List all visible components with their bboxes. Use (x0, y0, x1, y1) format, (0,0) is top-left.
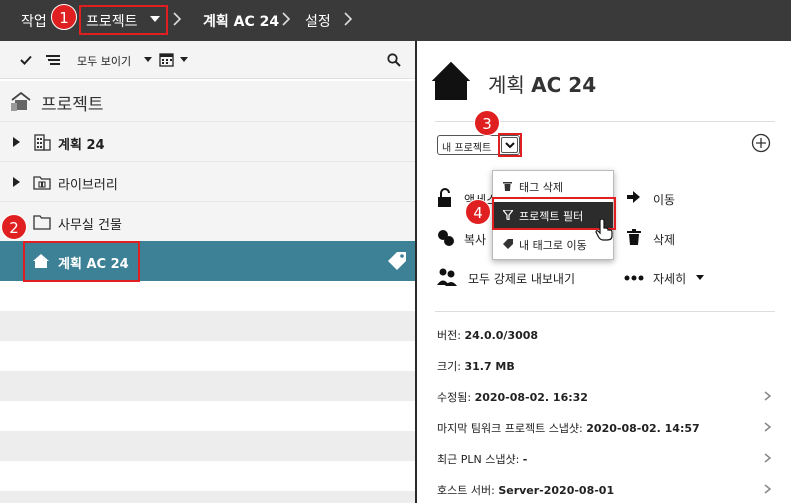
more-dots-icon[interactable] (624, 275, 644, 281)
empty-row (0, 341, 415, 371)
chevron-right-icon[interactable] (764, 484, 772, 494)
tag-icon (503, 239, 513, 249)
projects-header-title: 프로젝트 (41, 95, 104, 115)
add-circle-icon[interactable] (751, 133, 771, 153)
info-size: 크기: 31.7 MB (437, 360, 515, 373)
menu-item-label: 내 태그로 이동 (519, 239, 587, 252)
trash-icon (503, 182, 512, 191)
chevron-right-icon[interactable] (764, 422, 772, 432)
tag-icon[interactable] (386, 251, 408, 271)
users-export-icon[interactable] (437, 268, 457, 286)
copy-action[interactable]: 복사 (464, 231, 486, 248)
empty-row (0, 311, 415, 341)
caret-down-icon[interactable] (180, 57, 188, 63)
breadcrumb-settings[interactable]: 설정 (305, 11, 331, 31)
delete-action[interactable]: 삭제 (653, 231, 675, 248)
list-icon[interactable] (46, 54, 60, 66)
menu-item-delete-tag[interactable]: 태그 삭제 (493, 173, 613, 199)
tree-row[interactable]: 계획 24 (0, 121, 415, 161)
trash-icon[interactable] (627, 229, 641, 245)
move-arrow-icon[interactable] (627, 191, 641, 203)
caret-down-icon[interactable] (144, 57, 152, 63)
tree-item-label: 사무실 건물 (58, 218, 122, 233)
force-export-all-action[interactable]: 모두 강제로 내보내기 (468, 270, 575, 287)
info-host-server[interactable]: 호스트 서버: Server-2020-08-01 (437, 482, 777, 498)
info-version: 버전: 24.0.0/3008 (437, 329, 539, 342)
chevron-right-icon[interactable] (764, 453, 772, 463)
info-pln-snapshot[interactable]: 최근 PLN 스냅샷: - (437, 451, 777, 467)
more-action[interactable]: 자세히 (653, 270, 686, 287)
empty-row (0, 371, 415, 401)
separator (435, 311, 775, 312)
hand-cursor-icon (595, 219, 613, 241)
step-badge-2: 2 (1, 214, 27, 240)
show-all-dropdown[interactable]: 모두 보이기 (77, 53, 131, 69)
info-teamwork-snapshot[interactable]: 마지막 팀워크 프로젝트 스냅샷: 2020-08-02. 14:57 (437, 420, 777, 436)
expand-arrow-icon[interactable] (13, 137, 20, 147)
expand-arrow-icon[interactable] (13, 177, 20, 187)
highlight-box-selected-project (23, 241, 140, 282)
tree-item-label: 라이브러리 (58, 178, 118, 193)
breadcrumb-work[interactable]: 작업 (21, 11, 47, 31)
step-badge-3: 3 (474, 110, 500, 136)
step-badge-1: 1 (51, 4, 77, 30)
project-large-house-icon (431, 60, 471, 100)
empty-row (0, 491, 415, 503)
library-folder-icon (33, 176, 51, 190)
step-badge-4: 4 (465, 199, 491, 225)
unlock-icon[interactable] (437, 188, 453, 208)
breadcrumb-plan[interactable]: 계획 AC 24 (203, 11, 279, 31)
calendar-icon[interactable] (159, 52, 175, 67)
folder-icon (33, 215, 51, 230)
copy-icon[interactable] (437, 229, 455, 247)
chevron-right-icon[interactable] (764, 391, 772, 401)
chevron-right-icon (344, 12, 353, 26)
caret-down-icon[interactable] (696, 275, 704, 281)
chevron-right-icon (173, 12, 182, 26)
empty-row (0, 281, 415, 311)
chevron-right-icon (282, 12, 291, 26)
empty-row (0, 401, 415, 431)
info-modified[interactable]: 수정됨: 2020-08-02. 16:32 (437, 389, 777, 405)
tree-item-label: 계획 24 (58, 138, 105, 153)
tree-row[interactable]: 사무실 건물 (0, 201, 415, 241)
empty-row (0, 461, 415, 491)
projects-house-icon (11, 91, 31, 111)
empty-row (0, 431, 415, 461)
highlight-box-projects (79, 5, 168, 35)
move-action[interactable]: 이동 (653, 191, 675, 208)
checkmark-icon[interactable] (20, 55, 32, 65)
project-details-panel: 계획 AC 24 내 프로젝트 액세스 이동 복사 삭제 모두 강제로 내보내기… (417, 41, 791, 503)
dropdown-value: 내 프로젝트 (442, 143, 492, 154)
building-icon (34, 134, 51, 151)
tree-toolbar: 모두 보이기 (0, 41, 415, 79)
tree-row[interactable]: 라이브러리 (0, 161, 415, 201)
projects-header: 프로젝트 (0, 81, 415, 121)
search-icon[interactable] (387, 53, 401, 67)
menu-item-label: 태그 삭제 (519, 181, 563, 194)
project-title: 계획 AC 24 (488, 73, 597, 97)
highlight-box-dropdown-toggle (498, 133, 522, 157)
